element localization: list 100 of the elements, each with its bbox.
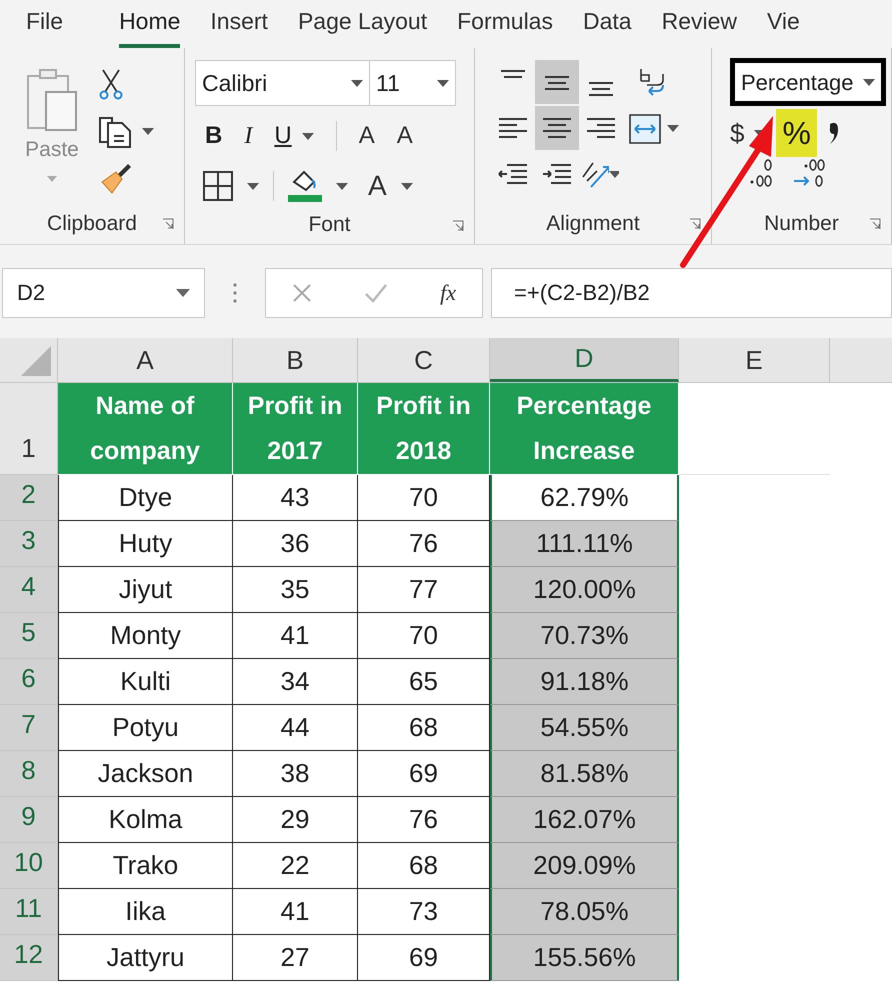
row-header[interactable]: 8 (0, 751, 58, 797)
grow-font-button[interactable]: A (358, 118, 375, 154)
table-cell: 209.09% (490, 843, 679, 889)
row-header[interactable]: 7 (0, 705, 58, 751)
column-header[interactable]: A (58, 338, 233, 382)
table-cell: 81.58% (490, 751, 679, 797)
check-icon[interactable] (364, 282, 388, 302)
table-cell: Potyu (58, 705, 233, 751)
insert-function-button[interactable]: fx (440, 276, 456, 309)
row-header[interactable]: 9 (0, 797, 58, 843)
table-cell: 70.73% (490, 613, 679, 659)
table-cell: 111.11% (490, 521, 679, 567)
table-cell: 44 (233, 705, 358, 751)
row-header[interactable]: 1 (0, 383, 58, 475)
table-cell: Iika (58, 889, 233, 935)
group-label: Number (764, 211, 839, 238)
row-header[interactable]: 10 (0, 843, 58, 889)
ribbon-tab[interactable]: Data (582, 4, 632, 48)
bold-button[interactable]: B (205, 118, 222, 154)
caret-icon (47, 176, 57, 182)
ribbon-tab[interactable]: Insert (210, 4, 268, 48)
header-cell: Name of company (58, 383, 233, 475)
caret-icon (437, 80, 449, 86)
caret-icon (176, 288, 190, 296)
row-header[interactable]: 12 (0, 935, 58, 981)
font-size-field[interactable]: 11 (370, 60, 456, 106)
dialog-launcher-icon[interactable] (452, 220, 464, 232)
table-cell: 35 (233, 567, 358, 613)
table-cell: 34 (233, 659, 358, 705)
font-name-field[interactable]: Calibri (195, 60, 370, 106)
table-cell: Jattyru (58, 935, 233, 981)
underline-button[interactable]: U (274, 118, 292, 154)
ribbon-tab[interactable]: Vie (767, 4, 800, 48)
caret-icon (351, 80, 363, 86)
shrink-font-button[interactable]: A (396, 118, 413, 154)
copy-icon[interactable] (98, 114, 132, 148)
more-icon (233, 282, 237, 302)
name-box[interactable]: D2 (2, 268, 205, 318)
table-cell: 41 (233, 613, 358, 659)
row-header[interactable]: 4 (0, 567, 58, 613)
table-cell: Jackson (58, 751, 233, 797)
clipboard-icon (24, 66, 80, 132)
caret-icon (863, 78, 875, 86)
column-header[interactable]: D (490, 338, 679, 382)
table-cell: Huty (58, 521, 233, 567)
table-cell: Kulti (58, 659, 233, 705)
dialog-launcher-icon[interactable] (869, 218, 881, 230)
group-label: Alignment (546, 211, 640, 238)
table-cell: 54.55% (490, 705, 679, 751)
table-cell: 27 (233, 935, 358, 981)
table-cell: 22 (233, 843, 358, 889)
font-color-button[interactable]: A (368, 165, 387, 207)
table-cell: 155.56% (490, 935, 679, 981)
column-header[interactable]: B (233, 338, 358, 382)
ribbon-tab[interactable]: Formulas (457, 4, 553, 48)
row-header[interactable]: 2 (0, 475, 58, 521)
group-label: Clipboard (47, 211, 137, 238)
percent-button[interactable]: % (776, 109, 817, 157)
dialog-launcher-icon[interactable] (689, 218, 701, 230)
ribbon-tab[interactable]: Home (119, 4, 180, 48)
caret-icon (142, 128, 154, 134)
borders-icon[interactable] (203, 171, 233, 201)
table-cell: 41 (233, 889, 358, 935)
merge-icon[interactable] (627, 111, 663, 145)
caret-icon (667, 124, 679, 132)
table-cell: 62.79% (490, 475, 679, 521)
ribbon-tab[interactable]: Page Layout (298, 4, 428, 48)
formula-field[interactable]: =+(C2-B2)/B2 (491, 268, 892, 318)
row-header[interactable]: 3 (0, 521, 58, 567)
caret-icon (336, 182, 348, 190)
number-format-field[interactable]: Percentage (730, 58, 886, 106)
table-cell: 120.00% (490, 567, 679, 613)
group-label: Font (308, 212, 351, 238)
table-cell: Jiyut (58, 567, 233, 613)
table-cell: 38 (233, 751, 358, 797)
caret-icon (302, 132, 314, 140)
table-cell: 29 (233, 797, 358, 843)
ribbon-tab[interactable]: Review (662, 4, 737, 48)
header-cell: Percentage Increase (490, 383, 679, 475)
currency-button[interactable]: $ (730, 114, 744, 152)
dialog-launcher-icon[interactable] (162, 218, 174, 230)
table-cell: 43 (233, 475, 358, 521)
fill-color-icon[interactable] (288, 170, 322, 202)
row-header[interactable]: 11 (0, 889, 58, 935)
table-cell: 78.05% (490, 889, 679, 935)
scissors-icon[interactable] (98, 68, 124, 100)
row-header[interactable]: 5 (0, 613, 58, 659)
caret-icon (247, 182, 259, 190)
decrease-decimal-icon[interactable] (792, 158, 826, 188)
ribbon-tab[interactable]: File (26, 4, 64, 48)
header-cell: Profit in 2017 (233, 383, 358, 475)
row-header[interactable]: 6 (0, 659, 58, 705)
header-cell: Profit in 2018 (358, 383, 490, 475)
caret-icon (400, 182, 413, 190)
table-cell: Dtye (58, 475, 233, 521)
table-cell: 162.07% (490, 797, 679, 843)
column-header[interactable]: E (679, 338, 830, 382)
italic-button[interactable]: I (244, 118, 252, 154)
table-cell: 91.18% (490, 659, 679, 705)
table-cell: Monty (58, 613, 233, 659)
